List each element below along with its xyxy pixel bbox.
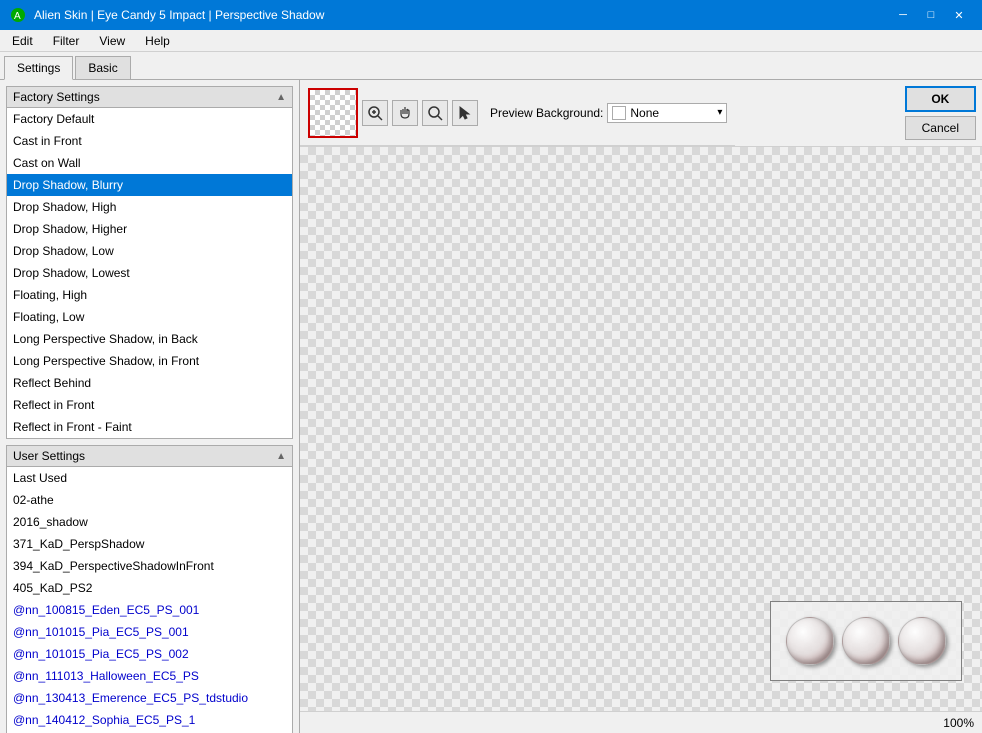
list-item[interactable]: 405_KaD_PS2: [7, 577, 292, 599]
status-bar: 100%: [300, 711, 982, 733]
tab-settings[interactable]: Settings: [4, 56, 73, 80]
preview-thumbnail-small: [308, 88, 358, 138]
app-icon: A: [10, 7, 26, 23]
ok-button[interactable]: OK: [905, 86, 976, 112]
menu-edit[interactable]: Edit: [4, 32, 41, 50]
tabs-bar: Settings Basic: [0, 52, 982, 80]
list-item[interactable]: Reflect in Front - Faint: [7, 416, 292, 438]
title-bar-title: Alien Skin | Eye Candy 5 Impact | Perspe…: [34, 8, 324, 22]
user-settings-scroll-indicator: ▲: [276, 451, 286, 462]
list-item[interactable]: Cast in Front: [7, 130, 292, 152]
zoom-level: 100%: [943, 716, 974, 730]
user-settings-title: User Settings: [13, 449, 85, 463]
list-item[interactable]: @nn_100815_Eden_EC5_PS_001: [7, 599, 292, 621]
list-item[interactable]: Cast on Wall: [7, 152, 292, 174]
list-item[interactable]: @nn_130413_Emerence_EC5_PS_tdstudio: [7, 687, 292, 709]
menu-help[interactable]: Help: [137, 32, 178, 50]
thumbnail-content: [771, 602, 961, 680]
list-item[interactable]: @nn_101015_Pia_EC5_PS_002: [7, 643, 292, 665]
right-panel-top: Preview Background: None ▾ OK Cancel: [300, 80, 982, 147]
menu-view[interactable]: View: [91, 32, 133, 50]
color-swatch: [612, 106, 626, 120]
list-item[interactable]: Long Perspective Shadow, in Back: [7, 328, 292, 350]
list-item[interactable]: 371_KaD_PerspShadow: [7, 533, 292, 555]
list-item[interactable]: Floating, Low: [7, 306, 292, 328]
preview-area: [300, 147, 982, 711]
glass-ball-3: [898, 617, 946, 665]
factory-settings-header: Factory Settings ▲: [7, 87, 292, 108]
hand-icon: [397, 105, 413, 121]
arrow-icon: [457, 105, 473, 121]
preview-bg-select[interactable]: None ▾: [607, 103, 727, 123]
user-settings-list[interactable]: Last Used 02-athe 2016_shadow 371_KaD_Pe…: [7, 467, 292, 733]
pan-button[interactable]: [392, 100, 418, 126]
main-content: Factory Settings ▲ Factory Default Cast …: [0, 80, 982, 733]
maximize-button[interactable]: □: [918, 5, 944, 25]
glass-ball-1: [786, 617, 834, 665]
factory-settings-title: Factory Settings: [13, 90, 100, 104]
zoom-icon: [427, 105, 443, 121]
list-item[interactable]: Drop Shadow, Lowest: [7, 262, 292, 284]
factory-settings-section: Factory Settings ▲ Factory Default Cast …: [6, 86, 293, 439]
minimize-button[interactable]: ─: [890, 5, 916, 25]
list-item[interactable]: Last Used: [7, 467, 292, 489]
factory-settings-scroll-indicator: ▲: [276, 92, 286, 103]
list-item[interactable]: Floating, High: [7, 284, 292, 306]
list-item[interactable]: Factory Default: [7, 108, 292, 130]
list-item[interactable]: Reflect Behind: [7, 372, 292, 394]
preview-image-thumbnail: [770, 601, 962, 681]
ok-cancel-area: OK Cancel: [899, 80, 982, 146]
menu-bar: Edit Filter View Help: [0, 30, 982, 52]
list-item[interactable]: @nn_140412_Sophia_EC5_PS_1: [7, 709, 292, 731]
zoom-in-button[interactable]: [362, 100, 388, 126]
tab-basic[interactable]: Basic: [75, 56, 130, 79]
list-item[interactable]: 02-athe: [7, 489, 292, 511]
zoom-button[interactable]: [422, 100, 448, 126]
list-item[interactable]: Long Perspective Shadow, in Front: [7, 350, 292, 372]
list-item[interactable]: Drop Shadow, Higher: [7, 218, 292, 240]
close-button[interactable]: ✕: [946, 5, 972, 25]
list-item[interactable]: 394_KaD_PerspectiveShadowInFront: [7, 555, 292, 577]
preview-bg-label: Preview Background:: [490, 106, 603, 120]
list-item[interactable]: 2016_shadow: [7, 511, 292, 533]
dropdown-arrow-icon: ▾: [717, 107, 722, 118]
list-item[interactable]: Drop Shadow, High: [7, 196, 292, 218]
user-settings-header: User Settings ▲: [7, 446, 292, 467]
list-item-selected[interactable]: Drop Shadow, Blurry: [7, 174, 292, 196]
bg-option-text: None: [630, 106, 713, 120]
user-settings-section: User Settings ▲ Last Used 02-athe 2016_s…: [6, 445, 293, 733]
right-panel: Preview Background: None ▾ OK Cancel: [300, 80, 982, 733]
list-item[interactable]: @nn_101015_Pia_EC5_PS_001: [7, 621, 292, 643]
left-panel: Factory Settings ▲ Factory Default Cast …: [0, 80, 300, 733]
svg-text:A: A: [14, 11, 21, 22]
glass-ball-2: [842, 617, 890, 665]
cancel-button[interactable]: Cancel: [905, 116, 976, 140]
preview-toolbar: Preview Background: None ▾: [300, 80, 735, 146]
list-item[interactable]: @nn_111013_Halloween_EC5_PS: [7, 665, 292, 687]
pointer-icon: [367, 105, 383, 121]
list-item[interactable]: Reflect in Front: [7, 394, 292, 416]
factory-settings-list[interactable]: Factory Default Cast in Front Cast on Wa…: [7, 108, 292, 438]
list-item[interactable]: Drop Shadow, Low: [7, 240, 292, 262]
menu-filter[interactable]: Filter: [45, 32, 88, 50]
arrow-button[interactable]: [452, 100, 478, 126]
title-bar: A Alien Skin | Eye Candy 5 Impact | Pers…: [0, 0, 982, 30]
